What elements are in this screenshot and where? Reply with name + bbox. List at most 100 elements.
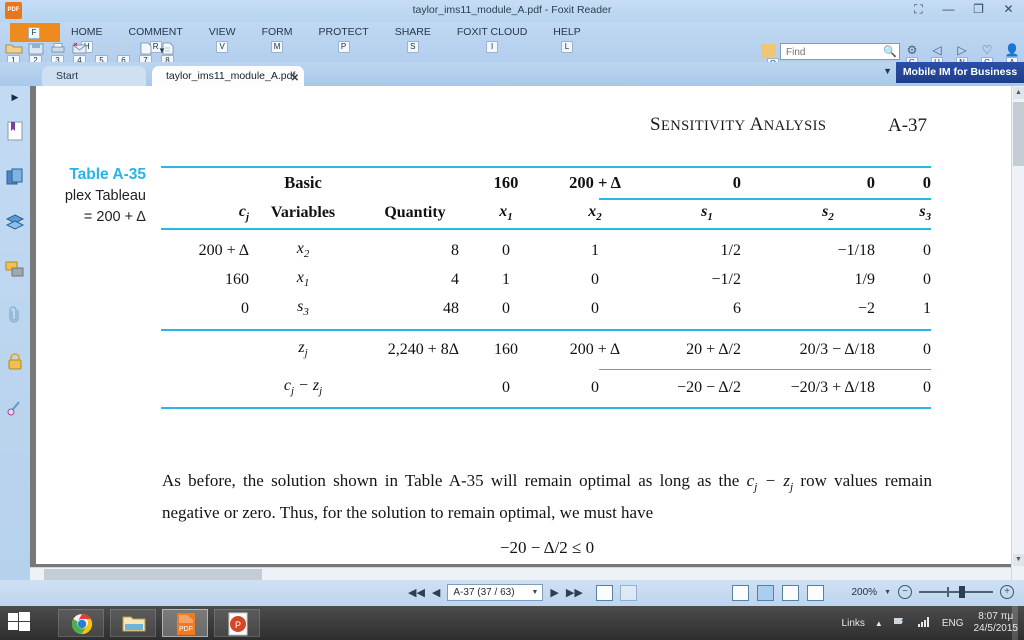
file-menu-tab[interactable]: F (10, 23, 60, 42)
undo-icon (95, 44, 109, 52)
show-hidden-icons-button[interactable]: ▲ (875, 619, 883, 628)
tab-view-label: VIEW (208, 26, 236, 38)
facing-view-button[interactable] (782, 585, 799, 601)
tab-comment[interactable]: COMMENT R (116, 23, 196, 53)
body-paragraph-math: cj − zj (746, 471, 794, 494)
row-x2: 0 (591, 270, 599, 288)
last-page-button[interactable]: ▶▶ (566, 586, 583, 599)
title-bar: PDF taylor_ims11_module_A.pdf - Foxit Re… (0, 0, 1024, 22)
security-lock-icon[interactable] (0, 338, 30, 384)
next-view-icon[interactable]: ▷ N (954, 42, 970, 69)
previous-page-button[interactable]: ◀ (432, 586, 440, 599)
cjzj-s1: −20 − Δ/2 (677, 378, 741, 396)
page-navigation: ◀◀ ◀ A-37 (37 / 63) ▼ ▶ ▶▶ (408, 584, 637, 601)
zoom-in-button[interactable]: + (1000, 585, 1014, 599)
zoom-slider-thumb[interactable] (959, 586, 965, 598)
search-icon[interactable]: 🔍 (883, 45, 897, 58)
page-header-title-text: SENSITIVITY ANALYSIS (650, 114, 827, 135)
heart-glyph: ♡ (981, 43, 993, 57)
volume-icon[interactable] (917, 616, 932, 631)
close-button[interactable]: ✕ (999, 1, 1018, 18)
vertical-scroll-thumb[interactable] (1013, 102, 1024, 166)
row-x2: 0 (591, 299, 599, 317)
tab-protect-label: PROTECT (318, 26, 369, 38)
continuous-facing-view-button[interactable] (807, 585, 824, 601)
previous-view-icon[interactable]: ◁ U (929, 42, 945, 69)
attachments-icon[interactable] (0, 292, 30, 338)
user-account-icon[interactable]: 👤 A (1004, 42, 1020, 69)
im-banner-caret-icon[interactable]: ▼ (883, 66, 892, 76)
chrome-taskbar-icon[interactable] (58, 609, 104, 637)
split-view-button[interactable] (595, 584, 613, 601)
scroll-up-button[interactable]: ▲ (1013, 87, 1024, 99)
qat-undo-button[interactable]: 5 (93, 42, 112, 67)
row-s2: −1/18 (837, 241, 875, 259)
network-icon[interactable] (893, 616, 907, 631)
qat-open-button[interactable]: 1 (5, 42, 24, 67)
qat-new-from-file-button[interactable]: 7 (137, 42, 156, 67)
qat-print-button[interactable]: 3 (49, 42, 68, 67)
chevron-down-icon[interactable]: ▼ (531, 589, 538, 596)
continuous-view-button[interactable] (757, 585, 774, 601)
next-page-button[interactable]: ▶ (550, 586, 558, 599)
horizontal-scroll-thumb[interactable] (44, 569, 262, 580)
page-number-input[interactable]: A-37 (37 / 63) ▼ (447, 584, 544, 601)
zoom-slider[interactable] (919, 586, 993, 598)
col-header-s1: s1 (701, 202, 713, 224)
qat-email-button[interactable]: 4 (71, 42, 90, 67)
table-variable-header-row: cj Variables Quantity x1 x2 s1 s2 s3 (161, 198, 931, 228)
language-indicator[interactable]: ENG (942, 618, 964, 629)
split-view-secondary-button[interactable] (619, 584, 637, 601)
doc-tab-start[interactable]: Start (42, 66, 146, 86)
tab-protect[interactable]: PROTECT P (306, 23, 382, 53)
search-input[interactable] (780, 43, 900, 60)
bookmarks-icon[interactable] (0, 108, 30, 154)
tab-form[interactable]: FORM M (249, 23, 306, 53)
favorites-heart-icon[interactable]: ♡ C (979, 42, 995, 69)
minimize-button[interactable]: — (939, 1, 958, 18)
digital-signature-icon[interactable] (0, 384, 30, 430)
email-icon (72, 42, 87, 54)
table-zj-row: zj 2,240 + 8Δ 160 200 + Δ 20 + Δ/2 20/3 … (161, 331, 931, 369)
links-label[interactable]: Links (842, 618, 865, 629)
powerpoint-taskbar-icon[interactable]: P (214, 609, 260, 637)
ribbon-display-options-icon[interactable]: ⛶ (909, 1, 928, 18)
tab-share[interactable]: SHARE S (382, 23, 444, 53)
tab-foxit-cloud[interactable]: FOXIT CLOUD I (444, 23, 540, 53)
settings-gear-icon[interactable]: ⚙ G (904, 42, 920, 69)
col-header-s2: s2 (822, 202, 834, 224)
row-basic-variable: x2 (296, 240, 310, 261)
file-explorer-taskbar-icon[interactable] (110, 609, 156, 637)
scroll-down-button[interactable]: ▼ (1013, 554, 1024, 566)
zoom-out-button[interactable]: − (898, 585, 912, 599)
horizontal-scrollbar[interactable] (30, 567, 1011, 580)
tab-home[interactable]: HOME H (58, 23, 116, 53)
mobile-im-banner[interactable]: Mobile IM for Business (896, 62, 1024, 83)
qat-customize-caret-icon[interactable]: ▼ (158, 46, 166, 55)
table-caption-line1: plex Tableau (64, 188, 146, 204)
first-page-button[interactable]: ◀◀ (408, 586, 425, 599)
tab-help-label: HELP (553, 26, 581, 38)
start-button[interactable] (6, 610, 44, 636)
find-target-button[interactable]: Q (761, 44, 779, 70)
table-cjzj-row: cj − zj 0 0 −20 − Δ/2 −20/3 + Δ/18 0 (161, 369, 931, 407)
tab-help[interactable]: HELP L (540, 23, 593, 53)
show-desktop-button[interactable] (1012, 606, 1018, 640)
row-s3: 1 (923, 299, 931, 317)
svg-text:P: P (235, 620, 241, 630)
zoom-dropdown-caret-icon[interactable]: ▼ (884, 589, 891, 596)
doc-tab-pdf[interactable]: taylor_ims11_module_A.pdf ✕ (152, 66, 304, 86)
tab-view[interactable]: VIEW V (196, 23, 249, 53)
qat-redo-button[interactable]: 6 (115, 42, 134, 67)
quantity-header: Quantity (384, 204, 446, 221)
vertical-scrollbar[interactable]: ▲ ▼ (1011, 86, 1024, 580)
tab-comment-label: COMMENT (128, 26, 183, 38)
expand-panel-icon[interactable]: ▶ (0, 86, 30, 108)
page-header-number: A-37 (888, 115, 928, 136)
single-page-view-button[interactable] (732, 585, 749, 601)
foxit-reader-taskbar-icon[interactable]: PDF (162, 609, 208, 637)
qat-save-button[interactable]: 2 (27, 42, 46, 67)
comments-icon[interactable] (0, 246, 30, 292)
restore-button[interactable]: ❐ (969, 1, 988, 18)
document-view[interactable]: SENSITIVITY ANALYSIS A-37 Table A-35 ple… (30, 86, 1024, 580)
